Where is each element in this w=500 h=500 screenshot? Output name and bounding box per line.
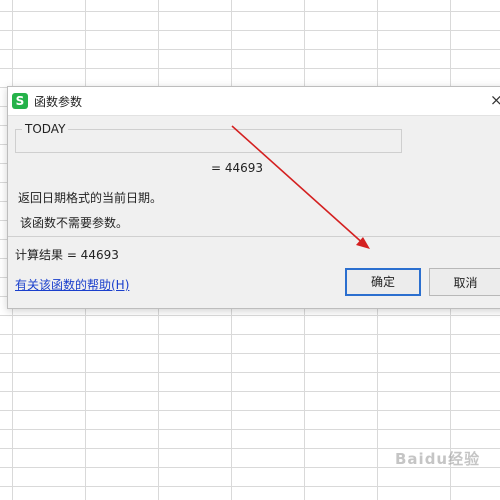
close-icon[interactable]: ×: [490, 92, 500, 108]
function-name-label: TODAY: [22, 122, 69, 136]
dialog-title: 函数参数: [34, 95, 83, 109]
ok-button[interactable]: 确定: [345, 268, 421, 296]
function-help-link[interactable]: 有关该函数的帮助(H): [15, 276, 129, 293]
cancel-button[interactable]: 取消: [429, 268, 500, 296]
dialog-titlebar[interactable]: S 函数参数 ×: [8, 87, 500, 116]
wps-spreadsheet-icon: S: [12, 93, 28, 109]
function-argument-group: [15, 129, 402, 153]
calculation-result: 计算结果 = 44693: [15, 248, 119, 262]
function-value: = 44693: [211, 161, 264, 175]
function-description: 返回日期格式的当前日期。: [18, 191, 163, 205]
function-arguments-dialog: S 函数参数 × TODAY = 44693 返回日期格式的当前日期。 该函数不…: [7, 86, 500, 309]
watermark: Baidu经验: [395, 450, 481, 468]
argument-description: 该函数不需要参数。: [20, 216, 129, 230]
divider: [8, 236, 500, 237]
